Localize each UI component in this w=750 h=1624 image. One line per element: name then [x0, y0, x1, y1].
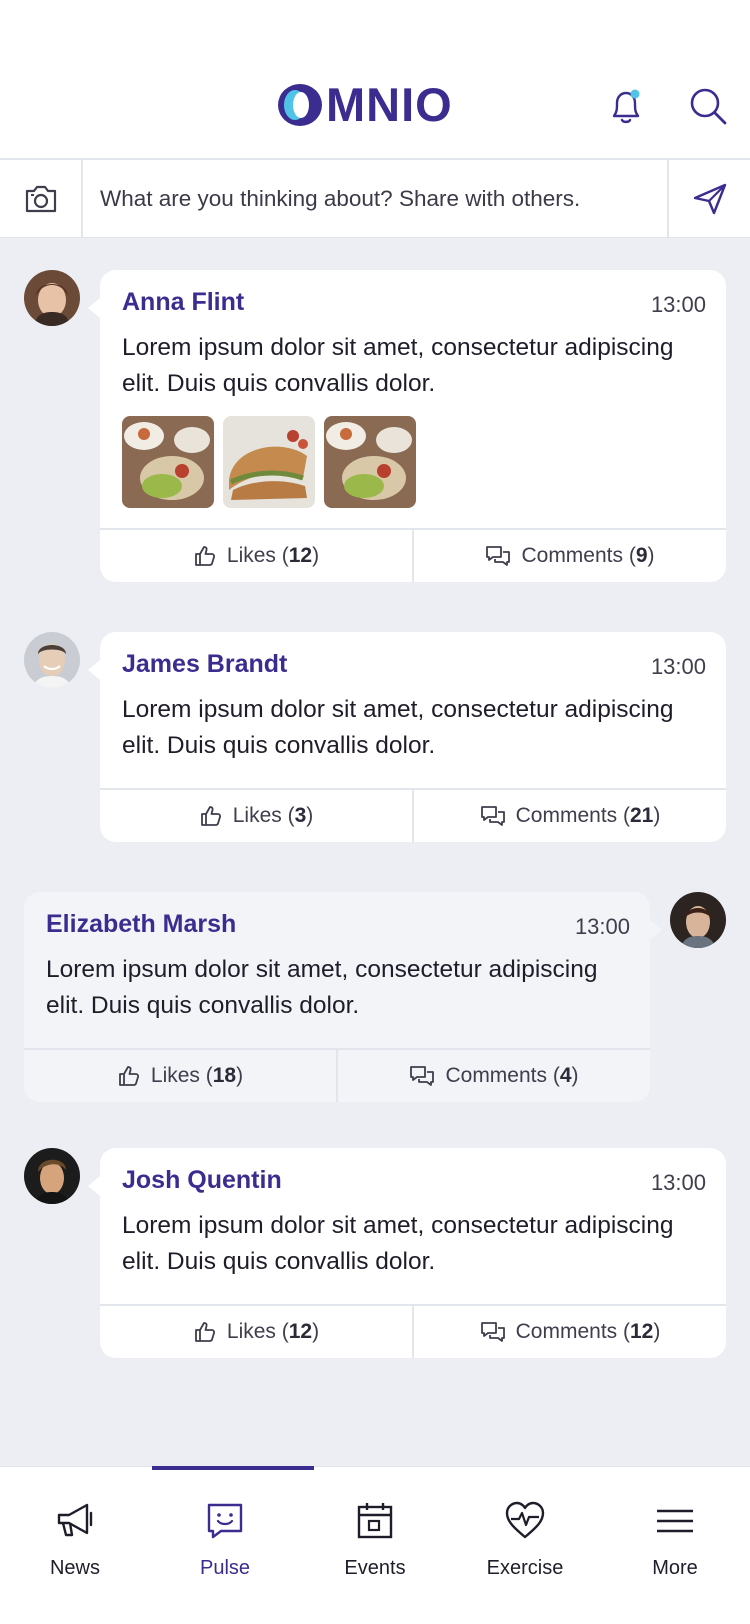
composer-input[interactable]: What are you thinking about? Share with … — [100, 160, 580, 238]
bottom-nav: News Pulse Events Exercise More — [0, 1466, 750, 1624]
post-actions: Likes (12) Comments (9) — [100, 528, 726, 582]
post-text: Lorem ipsum dolor sit amet, consectetur … — [122, 334, 674, 397]
calendar-icon — [357, 1503, 393, 1539]
post-image-food[interactable] — [324, 416, 416, 508]
avatar-elizabeth-marsh[interactable] — [670, 892, 726, 948]
thumbs-up-icon — [194, 546, 215, 566]
post-text: Lorem ipsum dolor sit amet, consectetur … — [122, 1212, 674, 1275]
post-author[interactable]: James Brandt — [122, 650, 287, 679]
avatar-image — [24, 270, 80, 326]
avatar-image — [24, 1148, 80, 1204]
comments-icon — [410, 1066, 435, 1086]
thumbs-up-icon — [194, 1322, 215, 1342]
likes-button[interactable]: Likes (3) — [100, 790, 412, 842]
nav-label: Pulse — [199, 1557, 251, 1579]
likes-count: 18 — [212, 1064, 237, 1087]
thumbs-up-icon — [118, 1066, 139, 1086]
likes-count: 3 — [294, 804, 307, 827]
post-author[interactable]: Anna Flint — [122, 288, 244, 317]
post-author[interactable]: Josh Quentin — [122, 1166, 282, 1195]
nav-item-exercise[interactable]: Exercise — [450, 1467, 600, 1624]
nav-label: Exercise — [486, 1557, 564, 1579]
comments-button[interactable]: Comments (9) — [412, 530, 726, 582]
pulse-screen: MNIO What are you thinking about? Share … — [0, 0, 750, 1624]
post-author[interactable]: Elizabeth Marsh — [46, 910, 236, 939]
post-card: Josh Quentin 13:00 Lorem ipsum dolor sit… — [88, 1148, 726, 1358]
search-icon[interactable] — [686, 84, 730, 128]
post-composer: What are you thinking about? Share with … — [0, 160, 750, 238]
comments-button[interactable]: Comments (21) — [412, 790, 726, 842]
comments-count: 12 — [630, 1320, 654, 1343]
likes-button[interactable]: Likes (12) — [100, 1306, 412, 1358]
nav-item-events[interactable]: Events — [300, 1467, 450, 1624]
post-card: Anna Flint 13:00 Lorem ipsum dolor sit a… — [88, 270, 726, 582]
avatar-image — [24, 632, 80, 688]
post-actions: Likes (12) Comments (12) — [100, 1304, 726, 1358]
post-time: 13:00 — [650, 292, 706, 317]
send-icon — [693, 183, 726, 215]
post-time: 13:00 — [574, 914, 630, 939]
bell-icon[interactable] — [604, 84, 648, 128]
avatar-james-brandt[interactable] — [24, 632, 80, 688]
nav-label: News — [49, 1557, 100, 1579]
active-tab-indicator — [152, 1466, 314, 1470]
avatar-image — [670, 892, 726, 948]
camera-button[interactable] — [0, 160, 83, 238]
comments-count: 4 — [559, 1064, 572, 1087]
heart-pulse-icon — [505, 1501, 545, 1539]
post-card: James Brandt 13:00 Lorem ipsum dolor sit… — [88, 632, 726, 842]
menu-icon — [657, 1509, 693, 1533]
comments-icon — [480, 806, 505, 826]
app-header: MNIO — [0, 0, 750, 160]
post-time: 13:00 — [650, 1170, 706, 1195]
comments-icon — [480, 1322, 505, 1342]
nav-item-more[interactable]: More — [600, 1467, 750, 1624]
chat-smile-icon — [207, 1503, 243, 1539]
post-card: Elizabeth Marsh 13:00 Lorem ipsum dolor … — [24, 892, 662, 1102]
omnio-logo: MNIO — [276, 78, 453, 131]
avatar-anna-flint[interactable] — [24, 270, 80, 326]
likes-button[interactable]: Likes (12) — [100, 530, 412, 582]
comments-count: 9 — [635, 544, 648, 567]
logo-o-icon — [278, 84, 322, 126]
thumbs-up-icon — [200, 806, 221, 826]
comments-icon — [486, 546, 511, 566]
logo-text: MNIO — [326, 78, 453, 131]
post-actions: Likes (18) Comments (4) — [24, 1048, 650, 1102]
comments-count: 21 — [630, 804, 654, 827]
likes-count: 12 — [288, 544, 313, 567]
post-text: Lorem ipsum dolor sit amet, consectetur … — [122, 696, 674, 759]
comments-button[interactable]: Comments (12) — [412, 1306, 726, 1358]
post-text: Lorem ipsum dolor sit amet, consectetur … — [46, 956, 598, 1019]
post-image-sandwich[interactable] — [223, 416, 315, 508]
camera-icon — [25, 185, 56, 213]
post-image-food[interactable] — [122, 416, 214, 508]
send-button[interactable] — [667, 160, 750, 238]
nav-item-news[interactable]: News — [0, 1467, 150, 1624]
post-actions: Likes (3) Comments (21) — [100, 788, 726, 842]
post-time: 13:00 — [650, 654, 706, 679]
comments-button[interactable]: Comments (4) — [336, 1050, 650, 1102]
nav-item-pulse[interactable]: Pulse — [150, 1467, 300, 1624]
nav-label: Events — [344, 1557, 406, 1579]
likes-button[interactable]: Likes (18) — [24, 1050, 336, 1102]
post-images — [122, 416, 416, 508]
megaphone-icon — [57, 1503, 93, 1537]
nav-label: More — [652, 1557, 698, 1579]
likes-count: 12 — [288, 1320, 313, 1343]
avatar-josh-quentin[interactable] — [24, 1148, 80, 1204]
